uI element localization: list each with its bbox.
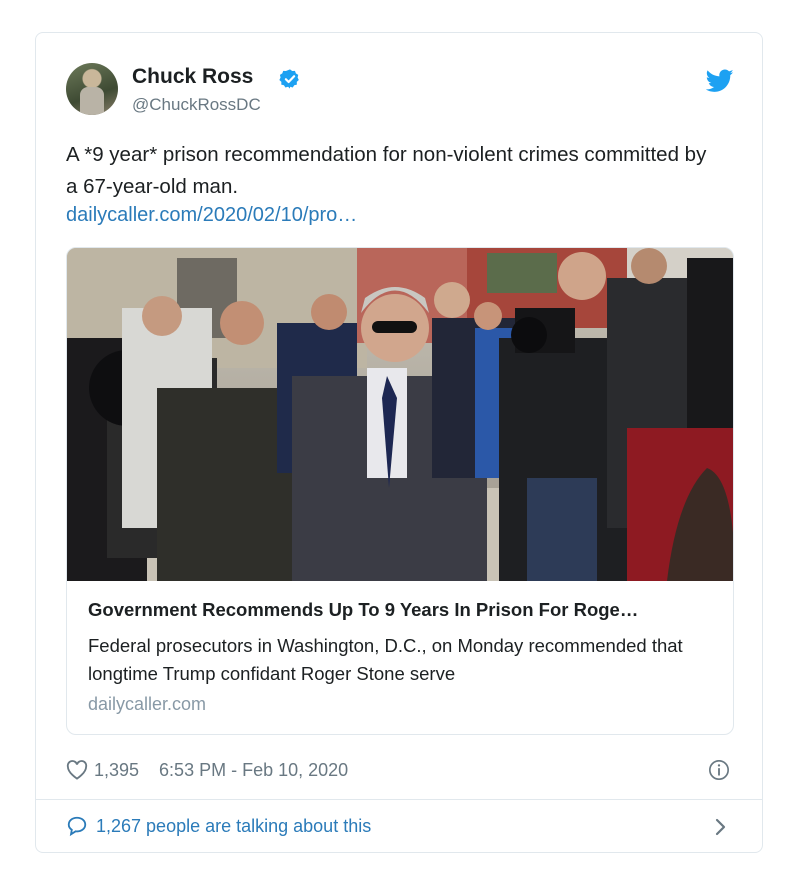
conversation-count[interactable]: 1,267 people are talking about this [96,816,371,837]
preview-title: Government Recommends Up To 9 Years In P… [88,599,639,620]
author-avatar[interactable] [66,63,118,115]
speech-bubble-icon [67,816,87,837]
twitter-bird-icon[interactable] [706,69,734,93]
tweet-timestamp[interactable]: 6:53 PM - Feb 10, 2020 [159,760,348,781]
chevron-right-icon[interactable] [714,816,728,838]
divider [36,799,762,800]
article-photo [67,248,733,581]
heart-icon[interactable] [66,760,88,780]
author-handle[interactable]: @ChuckRossDC [132,95,261,115]
author-name[interactable]: Chuck Ross [132,65,253,89]
tweet-embed-card: Chuck Ross @ChuckRossDC A *9 year* priso… [35,32,763,853]
verified-badge-icon [279,69,299,89]
tweet-text: A *9 year* prison recommendation for non… [66,143,707,198]
preview-domain: dailycaller.com [88,694,207,714]
like-count[interactable]: 1,395 [94,760,139,781]
link-preview-card[interactable]: Government Recommends Up To 9 Years In P… [66,247,734,735]
conversation-link[interactable]: 1,267 people are talking about this [66,815,371,837]
tweet-link[interactable]: dailycaller.com/2020/02/10/pro… [66,204,357,227]
preview-description: Federal prosecutors in Washington, D.C.,… [88,635,683,684]
info-icon[interactable] [708,759,730,781]
tweet-meta: 1,395 6:53 PM - Feb 10, 2020 [66,758,348,782]
